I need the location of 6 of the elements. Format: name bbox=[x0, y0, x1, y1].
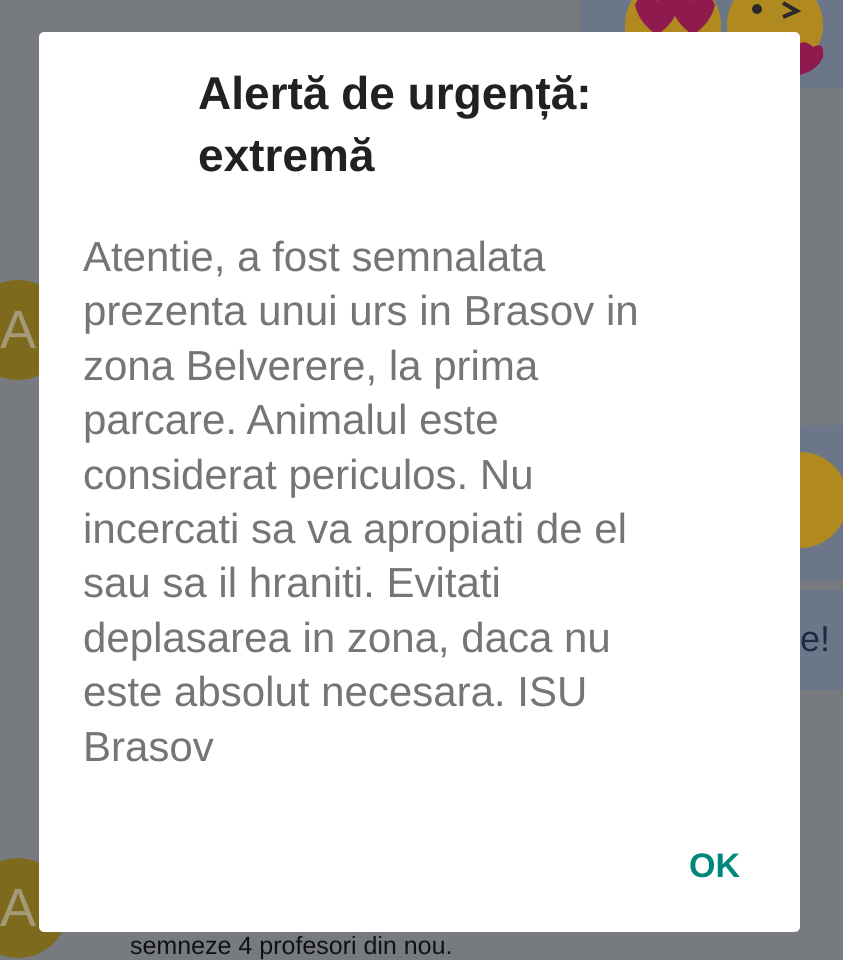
dialog-title: Alertă de urgență: extremă bbox=[198, 66, 593, 183]
message-text: semneze 4 profesori din nou. bbox=[130, 932, 452, 960]
alert-message: Atentie, a fost semnalata prezenta unui urs in Brasov in zona Belverere, la prima parcare. Animalul este considerat periculos. Nu incercati sa va apropiati de el sau sa il hraniti. Evitati deplasarea in zona, daca nu este absolut necesara. ISU Brasov bbox=[83, 232, 640, 772]
ok-button[interactable]: OK bbox=[679, 841, 750, 892]
message-text: e! bbox=[800, 618, 830, 660]
emoji-icon bbox=[800, 452, 843, 548]
